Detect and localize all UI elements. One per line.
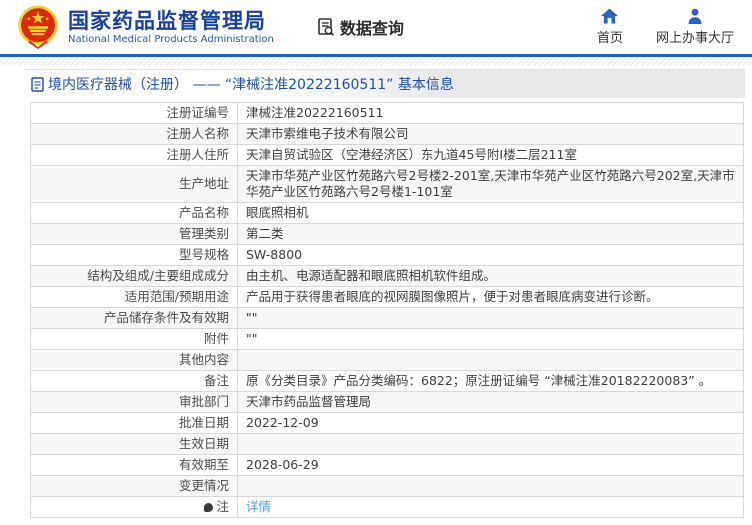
row-value xyxy=(238,350,744,371)
table-row: 注册人住所天津自贸试验区（空港经济区）东九道45号附I楼二层211室 xyxy=(31,145,744,166)
detail-link[interactable]: 详情 xyxy=(246,499,271,514)
note-icon xyxy=(204,503,213,512)
row-label: 附件 xyxy=(31,329,238,350)
row-value: "" xyxy=(238,329,744,350)
row-value: "" xyxy=(238,308,744,329)
table-row: 附件"" xyxy=(31,329,744,350)
row-value: 第二类 xyxy=(238,224,744,245)
page-title: 境内医疗器械（注册） —— “津械注准20222160511” 基本信息 xyxy=(48,74,454,94)
row-label: 批准日期 xyxy=(31,413,238,434)
document-icon xyxy=(31,77,44,92)
header-nav: 首页 网上办事大厅 xyxy=(590,8,742,46)
nav-label-home: 首页 xyxy=(597,27,623,46)
row-label: 生产地址 xyxy=(31,166,238,203)
table-row: 有效期至2028-06-29 xyxy=(31,455,744,476)
row-value: 天津市华苑产业区竹苑路六号2号楼2-201室,天津市华苑产业区竹苑路六号202室… xyxy=(238,166,744,203)
table-row: 产品名称眼底照相机 xyxy=(31,203,744,224)
person-icon xyxy=(687,8,703,24)
table-row: 注册证编号津械注准20222160511 xyxy=(31,103,744,124)
row-value: 产品用于获得患者眼底的视网膜图像照片，便于对患者眼底病变进行诊断。 xyxy=(238,287,744,308)
org-name-en: National Medical Products Administration xyxy=(68,33,274,46)
row-value: 天津自贸试验区（空港经济区）东九道45号附I楼二层211室 xyxy=(238,145,744,166)
row-value xyxy=(238,434,744,455)
row-label: 产品储存条件及有效期 xyxy=(31,308,238,329)
data-query-label: 数据查询 xyxy=(340,15,404,39)
table-row: 审批部门天津市药品监督管理局 xyxy=(31,392,744,413)
row-value: 由主机、电源适配器和眼底照相机软件组成。 xyxy=(238,266,744,287)
row-label: 结构及组成/主要组成成分 xyxy=(31,266,238,287)
row-label: 注 xyxy=(31,497,238,518)
page-background-strip xyxy=(0,57,752,66)
table-row: 变更情况 xyxy=(31,476,744,497)
table-row: 批准日期2022-12-09 xyxy=(31,413,744,434)
row-label: 有效期至 xyxy=(31,455,238,476)
page-title-bar: 境内医疗器械（注册） —— “津械注准20222160511” 基本信息 xyxy=(24,69,745,98)
nav-item-home[interactable]: 首页 xyxy=(590,8,630,46)
table-row: 生效日期 xyxy=(31,434,744,455)
table-row: 结构及组成/主要组成成分由主机、电源适配器和眼底照相机软件组成。 xyxy=(31,266,744,287)
table-row: 生产地址天津市华苑产业区竹苑路六号2号楼2-201室,天津市华苑产业区竹苑路六号… xyxy=(31,166,744,203)
row-value: 眼底照相机 xyxy=(238,203,744,224)
row-label: 变更情况 xyxy=(31,476,238,497)
table-row: 管理类别第二类 xyxy=(31,224,744,245)
site-header: 国家药品监督管理局 National Medical Products Admi… xyxy=(0,0,752,57)
info-table-body: 注册证编号津械注准20222160511注册人名称天津市索维电子技术有限公司注册… xyxy=(31,103,744,518)
row-label: 其他内容 xyxy=(31,350,238,371)
table-row: 注册人名称天津市索维电子技术有限公司 xyxy=(31,124,744,145)
table-row: 型号规格SW-8800 xyxy=(31,245,744,266)
row-label: 型号规格 xyxy=(31,245,238,266)
row-label: 注册证编号 xyxy=(31,103,238,124)
row-label: 产品名称 xyxy=(31,203,238,224)
row-label: 注册人名称 xyxy=(31,124,238,145)
row-value: 津械注准20222160511 xyxy=(238,103,744,124)
table-row: 适用范围/预期用途产品用于获得患者眼底的视网膜图像照片，便于对患者眼底病变进行诊… xyxy=(31,287,744,308)
table-row: 产品储存条件及有效期"" xyxy=(31,308,744,329)
row-value: 2022-12-09 xyxy=(238,413,744,434)
row-value: 天津市索维电子技术有限公司 xyxy=(238,124,744,145)
row-label: 注册人住所 xyxy=(31,145,238,166)
row-value: 详情 xyxy=(238,497,744,518)
row-value: 原《分类目录》产品分类编码：6822；原注册证编号 “津械注准201822200… xyxy=(238,371,744,392)
data-query-icon xyxy=(316,17,336,37)
row-value xyxy=(238,476,744,497)
national-emblem-icon xyxy=(16,5,60,49)
table-row: 注详情 xyxy=(31,497,744,518)
row-label: 备注 xyxy=(31,371,238,392)
home-icon xyxy=(601,8,618,24)
row-value: 2028-06-29 xyxy=(238,455,744,476)
row-value: 天津市药品监督管理局 xyxy=(238,392,744,413)
data-query-button[interactable]: 数据查询 xyxy=(316,15,404,39)
nav-label-service-hall: 网上办事大厅 xyxy=(656,27,734,46)
row-label: 适用范围/预期用途 xyxy=(31,287,238,308)
row-label: 管理类别 xyxy=(31,224,238,245)
nmpa-logo[interactable]: 国家药品监督管理局 National Medical Products Admi… xyxy=(16,5,274,49)
table-row: 其他内容 xyxy=(31,350,744,371)
registration-info-table: 注册证编号津械注准20222160511注册人名称天津市索维电子技术有限公司注册… xyxy=(30,102,744,518)
row-label: 审批部门 xyxy=(31,392,238,413)
row-value: SW-8800 xyxy=(238,245,744,266)
org-name-cn: 国家药品监督管理局 xyxy=(68,9,274,33)
table-row: 备注原《分类目录》产品分类编码：6822；原注册证编号 “津械注准2018222… xyxy=(31,371,744,392)
row-label: 生效日期 xyxy=(31,434,238,455)
nav-item-service-hall[interactable]: 网上办事大厅 xyxy=(656,8,734,46)
